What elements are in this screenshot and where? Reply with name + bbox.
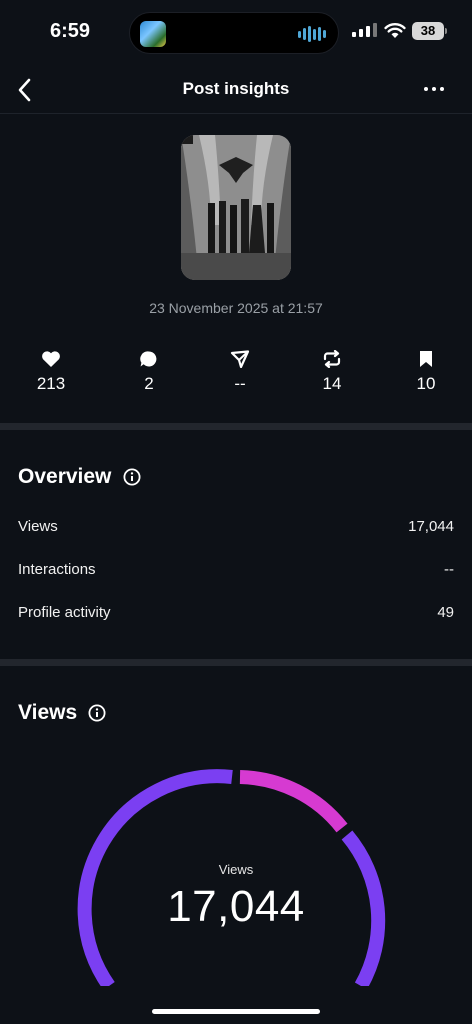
gauge-value: 17,044 — [167, 882, 305, 931]
audio-waveform-icon — [298, 25, 326, 43]
page-title: Post insights — [182, 79, 290, 98]
post-image — [181, 135, 291, 280]
bottom-bar — [0, 986, 472, 1024]
more-options-icon[interactable] — [424, 80, 450, 98]
gauge-segment-secondary — [239, 770, 348, 833]
saves-count: 10 — [416, 374, 436, 393]
overview-interactions-value: -- — [444, 561, 454, 578]
likes-count: 213 — [36, 374, 66, 393]
shares-count: -- — [234, 374, 246, 393]
saves-stat: 10 — [386, 350, 466, 394]
overview-interactions-label: Interactions — [18, 561, 96, 578]
overview-views-value: 17,044 — [408, 518, 454, 535]
send-icon — [230, 350, 250, 368]
home-indicator[interactable] — [152, 1009, 320, 1014]
comment-icon — [140, 351, 157, 367]
replies-stat: 2 — [109, 350, 189, 394]
reposts-count: 14 — [322, 374, 342, 393]
header-divider — [0, 113, 472, 114]
post-date: 23 November 2025 at 21:57 — [149, 300, 323, 316]
overview-views-label: Views — [18, 518, 58, 535]
info-icon[interactable] — [123, 468, 141, 486]
info-icon[interactable] — [88, 704, 106, 722]
battery-icon-tip — [445, 28, 447, 34]
bookmark-icon — [420, 351, 432, 367]
views-title: Views — [18, 701, 78, 724]
wifi-icon — [384, 23, 406, 38]
battery-level: 38 — [412, 22, 444, 40]
overview-profile-activity-label: Profile activity — [18, 604, 111, 621]
heart-icon — [42, 351, 60, 367]
likes-stat: 213 — [11, 350, 91, 394]
shares-stat: -- — [200, 350, 280, 394]
overview-title: Overview — [18, 465, 112, 488]
replies-count: 2 — [144, 374, 154, 393]
overview-profile-activity-value: 49 — [437, 604, 454, 621]
status-time: 6:59 — [50, 20, 91, 42]
cellular-signal-icon — [352, 23, 377, 37]
dynamic-island[interactable] — [129, 12, 339, 54]
gauge-label: Views — [218, 862, 254, 877]
section-divider — [0, 423, 472, 430]
section-divider — [0, 659, 472, 666]
post-thumbnail[interactable] — [181, 135, 291, 280]
reposts-stat: 14 — [292, 350, 372, 394]
now-playing-artwork — [140, 21, 166, 47]
repost-icon — [323, 350, 341, 368]
